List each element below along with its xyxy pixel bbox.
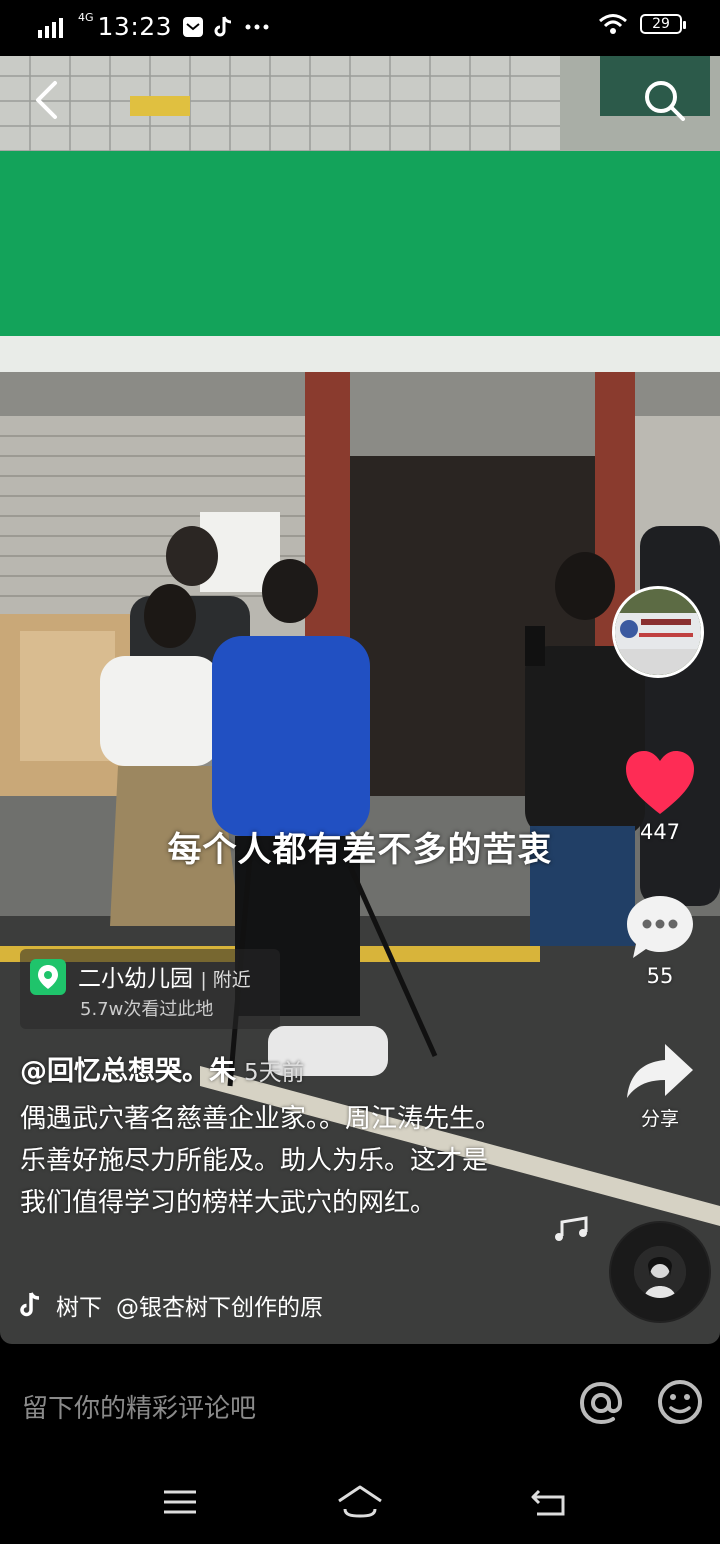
back-nav-icon bbox=[531, 1489, 565, 1516]
emoji-icon bbox=[658, 1380, 702, 1424]
search-button[interactable] bbox=[636, 72, 692, 128]
author-line: @回忆总想哭。朱 5天前 bbox=[20, 1049, 305, 1088]
share-label: 分享 bbox=[640, 1108, 679, 1130]
like-count: 447 bbox=[639, 820, 681, 844]
music-note-icon bbox=[20, 1292, 40, 1317]
menu-button[interactable] bbox=[155, 1482, 205, 1522]
menu-icon bbox=[164, 1490, 196, 1514]
status-bar: 4G 13:23 29 bbox=[0, 0, 720, 56]
clock: 13:23 bbox=[97, 12, 173, 41]
author-avatar[interactable] bbox=[612, 586, 704, 678]
home-icon bbox=[338, 1485, 382, 1518]
location-views: 5.7w次看过此地 bbox=[80, 999, 214, 1020]
music-prefix: 树下 bbox=[56, 1295, 102, 1321]
system-nav-bar bbox=[0, 1464, 720, 1544]
location-title: 二小幼儿园 bbox=[78, 966, 193, 992]
battery-level: 29 bbox=[652, 16, 670, 32]
post-time: 5天前 bbox=[244, 1060, 305, 1086]
floating-notes-icon bbox=[555, 1216, 588, 1241]
signal-icon bbox=[38, 17, 63, 38]
back-nav-button[interactable] bbox=[524, 1482, 574, 1522]
music-title: @银杏树下创作的原 bbox=[116, 1295, 323, 1321]
comment-count: 55 bbox=[646, 964, 674, 988]
back-icon bbox=[36, 81, 57, 119]
mention-button[interactable] bbox=[576, 1378, 626, 1428]
location-tag[interactable]: 二小幼儿园 | 附近 5.7w次看过此地 bbox=[20, 949, 280, 1029]
location-nearby: 附近 bbox=[212, 969, 251, 991]
mail-icon bbox=[183, 16, 204, 37]
home-button[interactable] bbox=[335, 1482, 385, 1522]
comment-button[interactable]: 55 bbox=[600, 894, 720, 988]
avatar-image bbox=[615, 589, 701, 675]
location-name: 二小幼儿园 | 附近 bbox=[78, 959, 251, 993]
author-name[interactable]: @回忆总想哭。朱 bbox=[20, 1056, 236, 1087]
more-dots-icon bbox=[245, 24, 269, 29]
battery-icon: 29 bbox=[640, 14, 686, 34]
music-disc-cover bbox=[634, 1246, 686, 1298]
back-button[interactable] bbox=[18, 72, 74, 128]
location-pin-icon bbox=[30, 959, 66, 995]
comment-icon bbox=[627, 896, 693, 958]
emoji-button[interactable] bbox=[656, 1378, 704, 1426]
share-icon bbox=[627, 1044, 693, 1098]
music-disc[interactable] bbox=[611, 1223, 709, 1321]
like-button[interactable]: 447 bbox=[600, 750, 720, 844]
at-icon bbox=[579, 1381, 623, 1425]
music-info[interactable]: 树下 @银杏树下创作的原 bbox=[20, 1288, 356, 1322]
search-icon bbox=[645, 81, 685, 121]
post-description: 偶遇武穴著名慈善企业家。。周江涛先生。乐善好施尽力所能及。助人为乐。这才是我们值… bbox=[20, 1104, 502, 1218]
tiktok-icon bbox=[214, 15, 232, 36]
comment-input[interactable]: 留下你的精彩评论吧 bbox=[22, 1388, 256, 1425]
comment-bar: 留下你的精彩评论吧 bbox=[0, 1344, 720, 1464]
heart-icon bbox=[626, 751, 694, 814]
network-type: 4G bbox=[78, 11, 94, 24]
share-button[interactable]: 分享 bbox=[600, 1042, 720, 1131]
location-divider: | bbox=[200, 969, 213, 991]
wifi-icon bbox=[599, 14, 627, 34]
video-player[interactable]: 每个人都有差不多的苦衷 447 55 分享 二小幼儿园 | 附近 5.7w次看过… bbox=[0, 56, 720, 1344]
